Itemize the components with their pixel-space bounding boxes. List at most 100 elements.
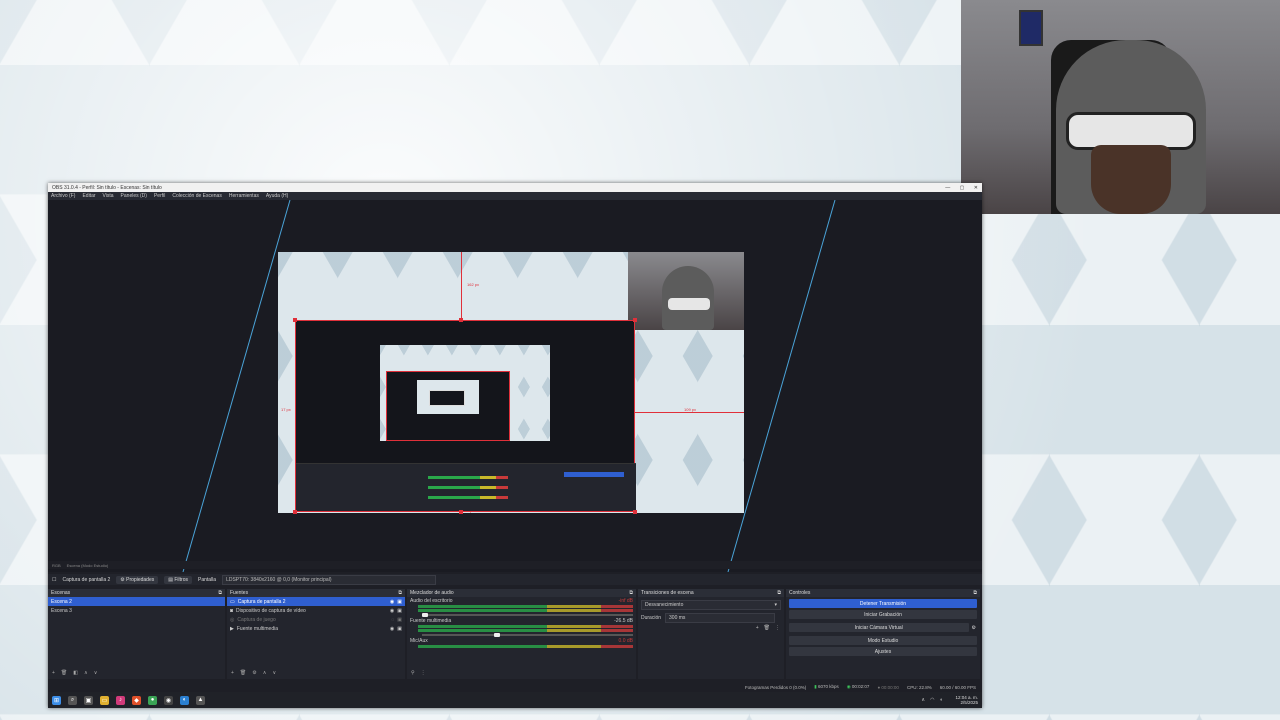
obs-icon[interactable]: ◉ xyxy=(164,695,173,705)
undock-icon[interactable]: ⧉ xyxy=(218,590,222,596)
file-explorer-icon[interactable]: ▭ xyxy=(100,695,109,705)
tiktok-icon[interactable]: ♪ xyxy=(116,695,125,705)
sources-title: Fuentes xyxy=(230,590,249,596)
volume-slider[interactable] xyxy=(422,613,633,617)
eye-icon[interactable]: ◉ xyxy=(390,626,394,632)
guide-label-right: 109 px xyxy=(683,407,698,412)
more-icon[interactable]: ⋮ xyxy=(421,670,426,676)
trash-icon[interactable]: 🗑 xyxy=(61,670,67,676)
settings-button[interactable]: Ajustes xyxy=(789,647,977,656)
menu-perfil[interactable]: Perfil xyxy=(154,193,165,199)
chrome-icon[interactable]: ● xyxy=(148,695,157,705)
add-icon[interactable]: + xyxy=(756,625,759,631)
menu-paneles[interactable]: Paneles (D) xyxy=(121,193,147,199)
selected-source-name: Captura de pantalla 2 xyxy=(62,576,111,583)
stop-streaming-button[interactable]: Detener Transmisión xyxy=(789,599,977,608)
brave-icon[interactable]: ◆ xyxy=(132,695,141,705)
studio-mode-button[interactable]: Modo Estudio xyxy=(789,636,977,645)
menu-herramientas[interactable]: Herramientas xyxy=(229,193,259,199)
track-db: 0.0 dB xyxy=(618,638,633,644)
minimize-button[interactable]: — xyxy=(945,185,950,191)
volume-slider[interactable] xyxy=(422,633,633,637)
controls-dock: Controles ⧉ Detener Transmisión Iniciar G… xyxy=(786,589,980,679)
close-button[interactable]: ✕ xyxy=(974,185,978,191)
resize-handle[interactable] xyxy=(633,510,637,514)
mixer-title: Mezclador de audio xyxy=(410,590,454,596)
maximize-button[interactable]: ▢ xyxy=(960,185,965,191)
resize-handle[interactable] xyxy=(459,318,463,322)
menu-coleccion-escenas[interactable]: Colección de Escenas xyxy=(172,193,221,199)
lock-icon[interactable]: ▣ xyxy=(397,608,402,614)
chevron-up-icon[interactable]: ∧ xyxy=(84,670,88,676)
volume-slider-knob[interactable] xyxy=(494,633,500,637)
recursive-capture-deep xyxy=(429,390,465,406)
scene-item[interactable]: Escena 3 xyxy=(48,606,225,615)
chevron-down-icon[interactable]: ∨ xyxy=(272,670,276,676)
windows-icon[interactable]: ⊞ xyxy=(52,695,61,705)
docks-area: Escenas ⧉ Escena 2 Escena 3 + 🗑 ◧ ∧ ∨ Fue… xyxy=(48,589,982,679)
screen-select[interactable]: LDSPT70: 3840x2160 @ 0,0 (Monitor princi… xyxy=(222,574,437,585)
preview-area[interactable]: 162 px 109 px 17 px 1 px xyxy=(48,200,982,572)
app-icon[interactable]: ▲ xyxy=(196,695,205,705)
eye-icon[interactable]: ◉ xyxy=(390,599,394,605)
filters-button[interactable]: ▤ Filtros xyxy=(164,575,192,584)
source-item[interactable]: ▶ Fuente multimedia ◉ ▣ xyxy=(227,624,405,633)
start-recording-button[interactable]: Iniciar Grabación xyxy=(789,610,977,619)
undock-icon[interactable]: ⧉ xyxy=(398,590,402,596)
lock-icon[interactable]: ▣ xyxy=(397,599,402,605)
resize-handle[interactable] xyxy=(293,510,297,514)
gear-icon[interactable]: ⚙ xyxy=(972,625,976,631)
source-item[interactable]: ◎ Captura de juego ◌ ▣ xyxy=(227,615,405,624)
undock-icon[interactable]: ⧉ xyxy=(777,590,781,596)
screen-capture-source-selected[interactable] xyxy=(295,320,636,512)
mixer-settings-icon[interactable]: ⚲ xyxy=(411,670,415,676)
obs-window: OBS 31.0.4 - Perfil: Sin título - Escena… xyxy=(48,183,982,708)
menu-archivo[interactable]: Archivo (F) xyxy=(51,193,75,199)
menu-editar[interactable]: Editar xyxy=(82,193,95,199)
duration-input[interactable]: 300 ms xyxy=(665,613,776,623)
resize-handle[interactable] xyxy=(459,510,463,514)
chevron-up-icon[interactable]: ∧ xyxy=(921,697,925,703)
trash-icon[interactable]: 🗑 xyxy=(240,670,246,676)
add-icon[interactable]: + xyxy=(52,670,55,676)
source-item[interactable]: ◙ Dispositivo de captura de vídeo ◉ ▣ xyxy=(227,606,405,615)
recursive-capture xyxy=(386,371,510,441)
guide-label-left: 17 px xyxy=(280,407,292,412)
source-item[interactable]: ▭ Captura de pantalla 2 ◉ ▣ xyxy=(227,597,405,606)
trash-icon[interactable]: 🗑 xyxy=(764,625,770,631)
lock-icon[interactable]: ▣ xyxy=(397,626,402,632)
undock-icon[interactable]: ⧉ xyxy=(973,590,977,596)
taskbar-clock[interactable]: 12:04 a. m. 2/5/2025 xyxy=(955,695,978,705)
add-icon[interactable]: + xyxy=(231,670,234,676)
source-checkbox[interactable]: ☐ xyxy=(52,577,56,583)
scene-tab-rgb[interactable]: RGB xyxy=(52,563,61,568)
properties-button[interactable]: ⚙ Propiedades xyxy=(116,575,159,584)
undock-icon[interactable]: ⧉ xyxy=(629,590,633,596)
scene-item[interactable]: Escena 2 xyxy=(48,597,225,606)
volume-slider-knob[interactable] xyxy=(422,613,428,617)
scene-tab-studio[interactable]: Escena (Modo Estudio) xyxy=(67,563,109,568)
edge-icon[interactable]: ◐ xyxy=(180,695,189,705)
menu-vista[interactable]: Vista xyxy=(103,193,114,199)
eye-icon[interactable]: ◉ xyxy=(390,608,394,614)
start-virtual-camera-button[interactable]: Iniciar Cámara Virtual xyxy=(789,623,969,632)
wifi-icon[interactable]: ◠ xyxy=(930,697,934,703)
resize-handle[interactable] xyxy=(293,318,297,322)
eye-off-icon[interactable]: ◌ xyxy=(391,617,394,623)
more-icon[interactable]: ⋮ xyxy=(775,625,780,631)
chevron-down-icon[interactable]: ∨ xyxy=(94,670,98,676)
menu-ayuda[interactable]: Ayuda (H) xyxy=(266,193,288,199)
chevron-up-icon[interactable]: ∧ xyxy=(263,670,267,676)
transition-select[interactable]: Desvanecimiento ▾ xyxy=(641,600,781,610)
screen-label: Pantalla xyxy=(198,576,217,583)
resize-handle[interactable] xyxy=(633,318,637,322)
gear-icon[interactable]: ⚙ xyxy=(252,670,256,676)
source-toolbar: ☐ Captura de pantalla 2 ⚙ Propiedades ▤ … xyxy=(48,574,982,585)
task-view-icon[interactable]: ▣ xyxy=(84,695,93,705)
filter-icon[interactable]: ◧ xyxy=(73,670,78,676)
search-icon[interactable]: ⌕ xyxy=(68,695,77,705)
lock-icon[interactable]: ▣ xyxy=(397,617,402,623)
webcam-source[interactable] xyxy=(628,252,744,330)
volume-icon[interactable]: ◖ xyxy=(939,697,942,703)
preview-canvas[interactable]: 162 px 109 px 17 px 1 px xyxy=(278,252,744,514)
